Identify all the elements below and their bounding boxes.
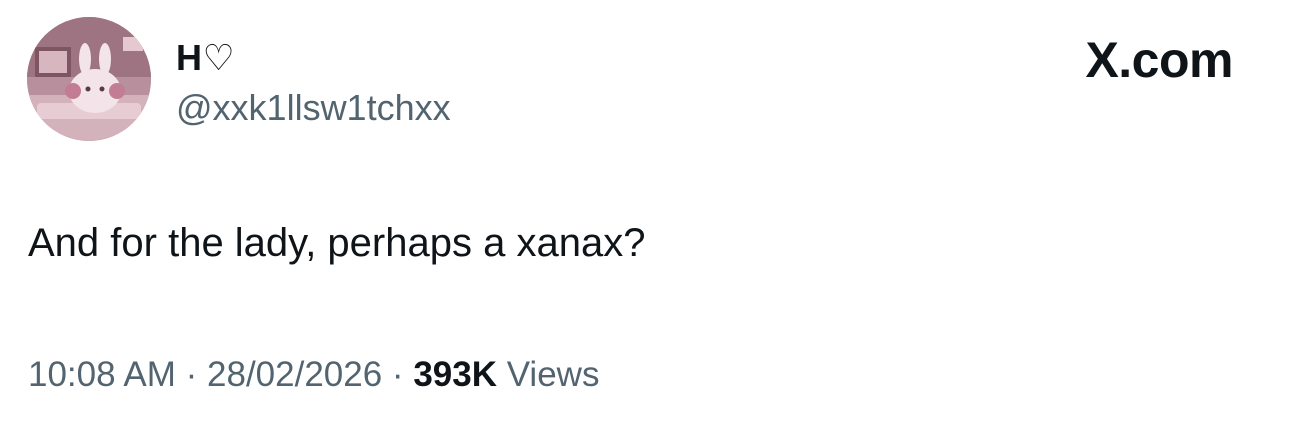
tweet-time[interactable]: 10:08 AM [28,355,176,394]
display-name[interactable]: H♡ [176,36,235,80]
brand-logo: X.com [1085,32,1233,88]
avatar-image [27,17,151,141]
user-handle[interactable]: @xxk1llsw1tchxx [176,86,451,130]
meta-separator: · [391,355,404,394]
tweet-text: And for the lady, perhaps a xanax? [28,221,646,265]
meta-separator: · [185,355,198,394]
views-count[interactable]: 393K [413,355,497,394]
views-label: Views [506,355,600,394]
tweet-date[interactable]: 28/02/2026 [207,355,382,394]
avatar[interactable] [27,17,151,141]
tweet-meta: 10:08 AM · 28/02/2026 · 393K Views [28,352,599,398]
